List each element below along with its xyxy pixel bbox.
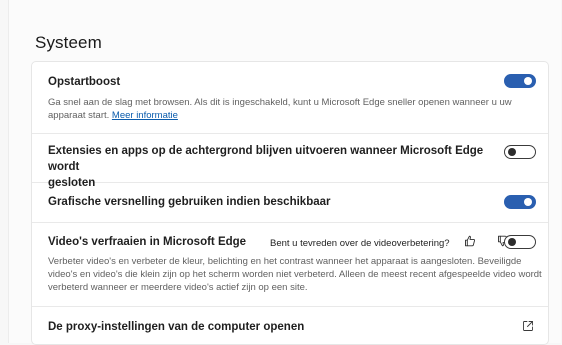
hardware-acceleration-toggle[interactable] [504, 195, 536, 209]
startup-boost-title: Opstartboost [48, 76, 121, 88]
setting-startup-boost: Opstartboost Ga snel aan de slag met bro… [32, 62, 548, 134]
hardware-acceleration-title: Grafische versnelling gebruiken indien b… [48, 196, 331, 208]
thumbs-up-icon[interactable] [464, 235, 476, 247]
video-enhancement-toggle[interactable] [504, 235, 536, 249]
section-title: Systeem [35, 33, 102, 52]
learn-more-link[interactable]: Meer informatie [112, 110, 178, 121]
video-enhancement-description: Verbeter video's en verbeter de kleur, b… [48, 255, 544, 294]
setting-background-extensions: Extensies en apps op de achtergrond blij… [32, 133, 548, 189]
setting-proxy[interactable]: De proxy-instellingen van de computer op… [32, 306, 548, 344]
toggle-knob [524, 198, 532, 206]
startup-boost-description: Ga snel aan de slag met browsen. Als dit… [48, 96, 528, 122]
background-extensions-toggle[interactable] [504, 145, 536, 159]
setting-video-enhancement: Video's verfraaien in Microsoft Edge Ben… [32, 222, 548, 307]
video-enhancement-title: Video's verfraaien in Microsoft Edge [48, 236, 247, 248]
video-feedback-question: Bent u tevreden over de videoverbetering… [270, 238, 450, 249]
startup-boost-toggle[interactable] [504, 74, 536, 88]
video-enhancement-description-line1: Verbeter video's en verbeter de kleur, b… [48, 256, 522, 267]
toggle-knob [508, 147, 516, 156]
external-link-icon[interactable] [522, 320, 534, 332]
toggle-knob [524, 77, 532, 85]
proxy-settings-title: De proxy-instellingen van de computer op… [48, 321, 305, 333]
video-enhancement-description-line2: video's en video's die klein zijn op het… [48, 269, 542, 280]
background-extensions-title-line1: Extensies en apps op de achtergrond blij… [48, 145, 484, 173]
setting-hardware-acceleration: Grafische versnelling gebruiken indien b… [32, 182, 548, 223]
system-settings-card: Opstartboost Ga snel aan de slag met bro… [31, 61, 549, 345]
settings-page: Systeem Opstartboost Ga snel aan de slag… [8, 0, 561, 345]
toggle-knob [508, 237, 516, 246]
video-enhancement-description-line3: verbeterd wanneer er meerdere video's ac… [48, 282, 308, 293]
